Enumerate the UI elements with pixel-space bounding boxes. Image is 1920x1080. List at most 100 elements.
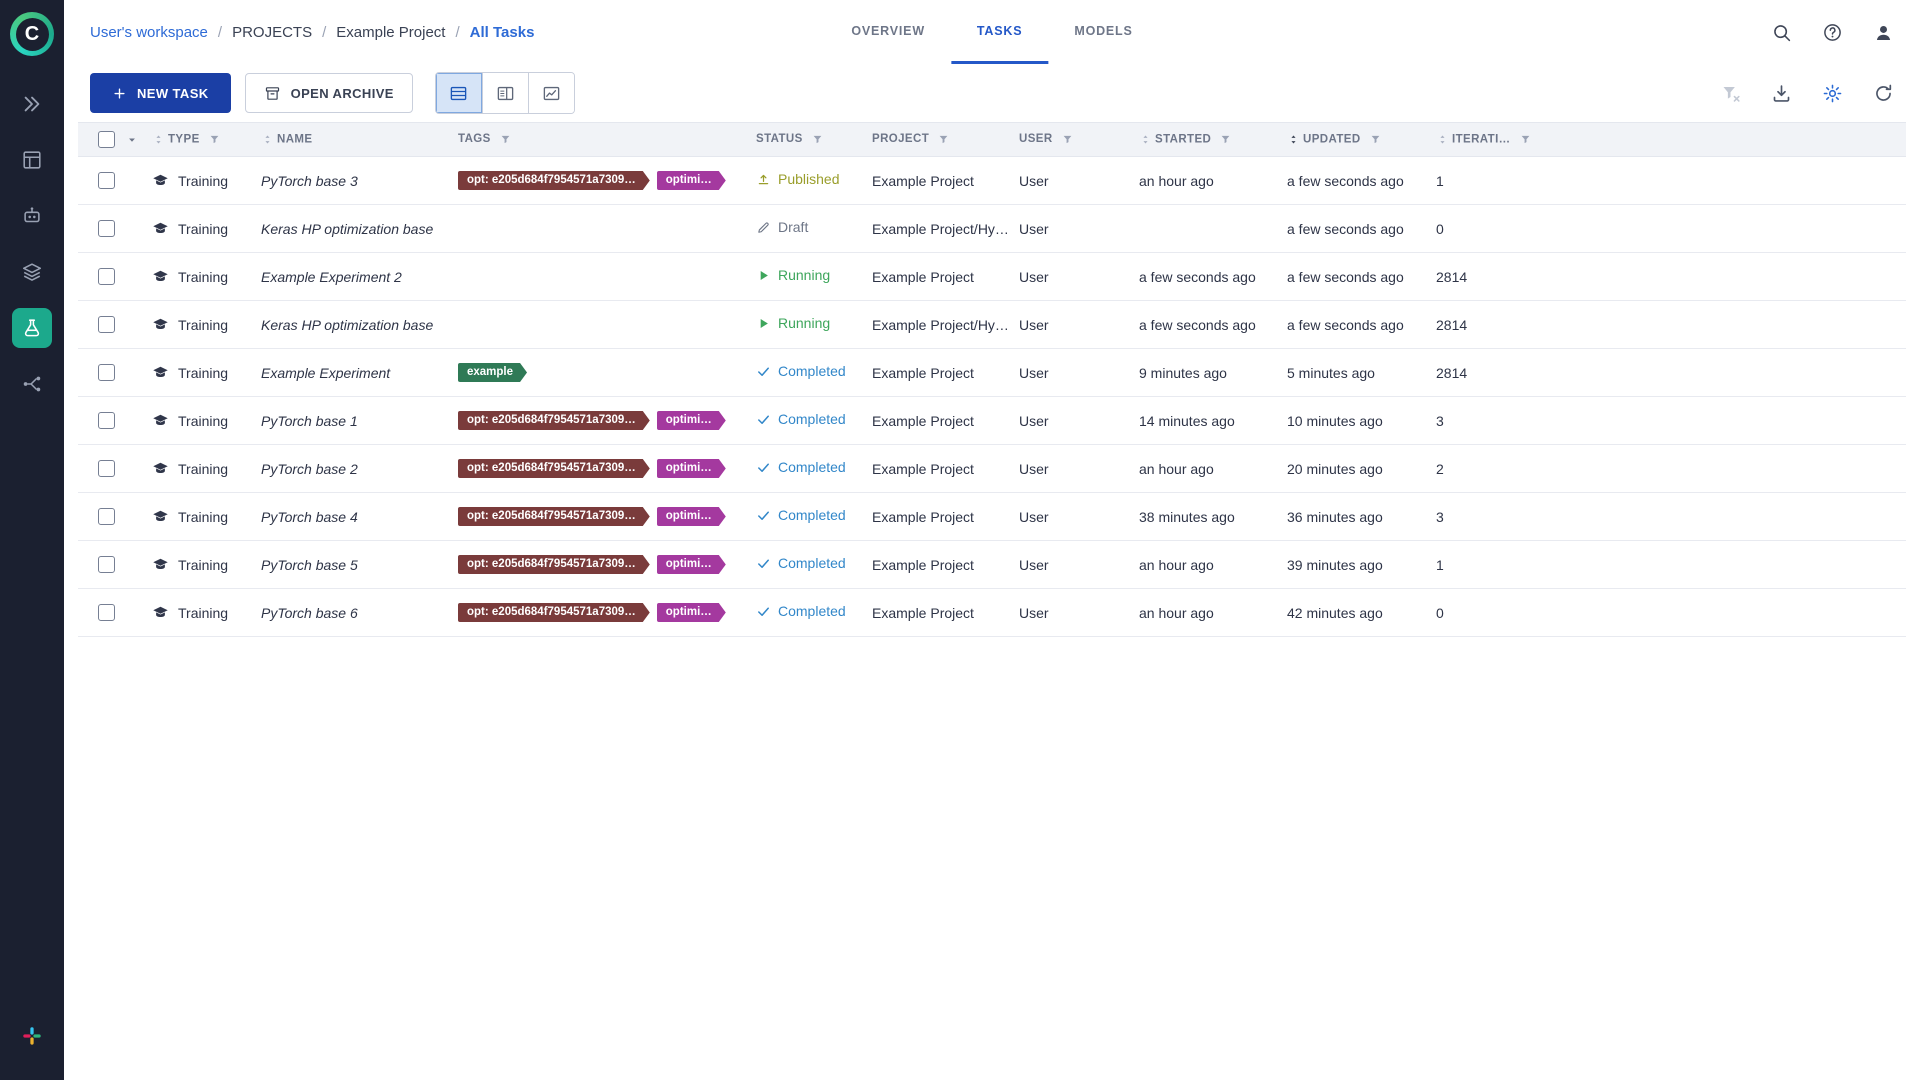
task-name[interactable]: Keras HP optimization base (261, 221, 433, 237)
row-checkbox[interactable] (98, 556, 115, 574)
task-started: an hour ago (1133, 156, 1281, 205)
chart-view-button[interactable] (527, 73, 574, 113)
table-row[interactable]: Training PyTorch base 6 opt: e205d684f7954… (78, 588, 1906, 637)
clearml-logo[interactable]: C (10, 12, 54, 56)
filter-icon[interactable] (1062, 134, 1073, 145)
table-row[interactable]: Training Keras HP optimization base Runnin… (78, 300, 1906, 349)
column-header-status[interactable]: STATUS (750, 122, 866, 157)
task-tag[interactable]: opt: e205d684f7954571a7309… (458, 459, 650, 478)
task-tag[interactable]: opt: e205d684f7954571a7309… (458, 411, 650, 430)
sort-icon[interactable] (152, 133, 165, 146)
column-header-tags[interactable]: TAGS (452, 122, 750, 157)
column-header-iteration[interactable]: ITERATI… (1430, 122, 1906, 157)
task-name[interactable]: PyTorch base 5 (261, 557, 358, 573)
tab-tasks[interactable]: TASKS (950, 0, 1049, 64)
settings-button[interactable] (1822, 83, 1843, 104)
filter-icon[interactable] (1520, 134, 1531, 145)
task-tag[interactable]: optimi… (657, 171, 726, 190)
breadcrumb-project[interactable]: Example Project (336, 24, 445, 41)
sort-icon[interactable] (1436, 133, 1449, 146)
select-all-caret[interactable] (125, 133, 139, 147)
table-row[interactable]: Training PyTorch base 3 opt: e205d684f7954… (78, 156, 1906, 205)
column-header-name[interactable]: NAME (255, 122, 452, 157)
task-name[interactable]: Example Experiment (261, 365, 390, 381)
auto-refresh-button[interactable] (1873, 83, 1894, 104)
filter-icon[interactable] (938, 134, 949, 145)
sidebar-item-projects[interactable] (12, 140, 52, 180)
column-header-user[interactable]: USER (1013, 122, 1133, 157)
task-name[interactable]: PyTorch base 1 (261, 413, 358, 429)
tab-overview[interactable]: OVERVIEW (825, 0, 951, 64)
profile-button[interactable] (1873, 22, 1894, 43)
task-name[interactable]: PyTorch base 6 (261, 605, 358, 621)
sidebar-item-expand[interactable] (12, 84, 52, 124)
task-tag[interactable]: opt: e205d684f7954571a7309… (458, 603, 650, 622)
clear-filters-button[interactable] (1720, 83, 1741, 104)
experiments-icon (21, 317, 43, 339)
task-tag[interactable]: opt: e205d684f7954571a7309… (458, 507, 650, 526)
download-button[interactable] (1771, 83, 1792, 104)
row-checkbox[interactable] (98, 316, 115, 334)
row-checkbox[interactable] (98, 412, 115, 430)
new-task-button[interactable]: NEW TASK (90, 73, 231, 113)
row-checkbox[interactable] (98, 508, 115, 526)
sort-icon[interactable] (261, 133, 274, 146)
task-project: Example Project (866, 444, 1013, 493)
task-name[interactable]: Keras HP optimization base (261, 317, 433, 333)
sort-icon[interactable] (1139, 133, 1152, 146)
filter-icon[interactable] (1220, 134, 1231, 145)
task-tag[interactable]: opt: e205d684f7954571a7309… (458, 555, 650, 574)
sidebar-item-pipelines[interactable] (12, 364, 52, 404)
table-row[interactable]: Training Keras HP optimization base Draft E… (78, 204, 1906, 253)
task-name[interactable]: PyTorch base 4 (261, 509, 358, 525)
task-name[interactable]: Example Experiment 2 (261, 269, 402, 285)
help-button[interactable] (1822, 22, 1843, 43)
open-archive-button[interactable]: OPEN ARCHIVE (244, 73, 413, 113)
sidebar-item-datasets[interactable] (12, 252, 52, 292)
filter-icon[interactable] (209, 134, 220, 145)
row-checkbox[interactable] (98, 220, 115, 238)
column-header-started[interactable]: STARTED (1133, 122, 1281, 157)
breadcrumb-projects[interactable]: PROJECTS (232, 24, 312, 41)
table-row[interactable]: Training PyTorch base 2 opt: e205d684f7954… (78, 444, 1906, 493)
task-tag[interactable]: optimi… (657, 459, 726, 478)
search-button[interactable] (1771, 22, 1792, 43)
task-tag[interactable]: optimi… (657, 555, 726, 574)
row-checkbox[interactable] (98, 604, 115, 622)
table-row[interactable]: Training Example Experiment 2 Running Examp… (78, 252, 1906, 301)
filter-icon[interactable] (1370, 134, 1381, 145)
task-tag[interactable]: optimi… (657, 507, 726, 526)
sidebar-item-workers[interactable] (12, 196, 52, 236)
row-checkbox[interactable] (98, 268, 115, 286)
column-header-project[interactable]: PROJECT (866, 122, 1013, 157)
row-checkbox[interactable] (98, 364, 115, 382)
status-running-icon (756, 268, 771, 283)
column-header-type[interactable]: TYPE (140, 122, 255, 157)
sort-icon[interactable] (1287, 133, 1300, 146)
task-tag[interactable]: example (458, 363, 527, 382)
task-tag[interactable]: optimi… (657, 603, 726, 622)
filter-icon[interactable] (812, 134, 823, 145)
breadcrumb-workspace[interactable]: User's workspace (90, 24, 208, 41)
table-row[interactable]: Training PyTorch base 1 opt: e205d684f7954… (78, 396, 1906, 445)
table-row[interactable]: Training PyTorch base 4 opt: e205d684f7954… (78, 492, 1906, 541)
sidebar-item-slack[interactable] (12, 1016, 52, 1056)
task-tag[interactable]: opt: e205d684f7954571a7309… (458, 171, 650, 190)
select-all-checkbox[interactable] (98, 131, 115, 148)
row-checkbox[interactable] (98, 172, 115, 190)
table-row[interactable]: Training PyTorch base 5 opt: e205d684f7954… (78, 540, 1906, 589)
task-tag[interactable]: optimi… (657, 411, 726, 430)
table-view-button[interactable] (435, 73, 482, 113)
detail-view-button[interactable] (481, 73, 528, 113)
column-header-updated[interactable]: UPDATED (1281, 122, 1430, 157)
task-project: Example Project (866, 540, 1013, 589)
sidebar-item-experiments[interactable] (12, 308, 52, 348)
task-user: User (1013, 252, 1133, 301)
filter-icon[interactable] (500, 134, 511, 145)
row-checkbox[interactable] (98, 460, 115, 478)
tab-models[interactable]: MODELS (1048, 0, 1158, 64)
table-row[interactable]: Training Example Experiment example Complet… (78, 348, 1906, 397)
task-name[interactable]: PyTorch base 2 (261, 461, 358, 477)
task-name[interactable]: PyTorch base 3 (261, 173, 358, 189)
task-iteration: 2814 (1430, 252, 1906, 301)
